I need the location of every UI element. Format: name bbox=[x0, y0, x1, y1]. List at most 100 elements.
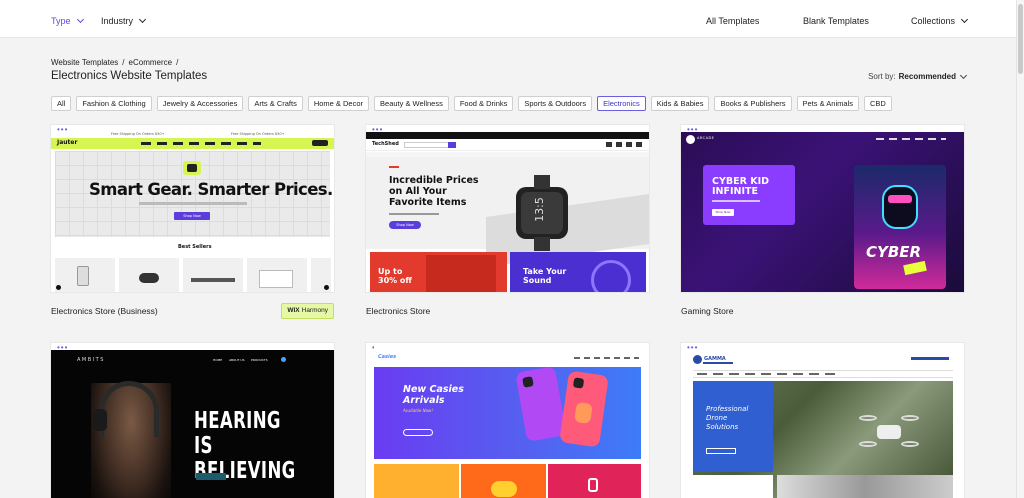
preview-watch-image: 13:5 bbox=[516, 187, 568, 239]
preview-headline: Professional Drone Solutions bbox=[706, 405, 748, 432]
preview-logo: ARCADE bbox=[697, 136, 715, 140]
template-card-gaming-store[interactable]: ••• ARCADE CYBER KID INFINITE Shop Now C… bbox=[681, 125, 964, 316]
preview-logo: TechShed bbox=[372, 141, 399, 147]
preview-headline-line: Professional bbox=[706, 405, 749, 413]
preview-cart-icon bbox=[312, 140, 328, 146]
preview-nav-item: HOME bbox=[213, 358, 223, 362]
collections-dropdown[interactable]: Collections bbox=[911, 15, 969, 26]
preview-promo-text: Take Your Sound bbox=[523, 267, 566, 285]
chip-jewelry-accessories[interactable]: Jewelry & Accessories bbox=[156, 96, 244, 111]
breadcrumb: Website Templates / eCommerce / bbox=[51, 58, 178, 67]
template-preview[interactable]: ••• AMBITS HOME ABOUT US PRODUCTS HEARIN… bbox=[51, 343, 334, 498]
industry-dropdown[interactable]: Industry bbox=[101, 15, 147, 26]
preview-banner: Free Shipping On Orders $50+ bbox=[111, 132, 165, 136]
preview-headline: New Casies Arrivals bbox=[403, 384, 464, 406]
sort-dropdown[interactable]: Sort by: Recommended bbox=[868, 71, 968, 81]
template-title[interactable]: Electronics Store (Business) bbox=[51, 306, 158, 316]
preview-camera-icon bbox=[183, 161, 201, 175]
sort-label: Sort by: bbox=[868, 72, 896, 81]
preview-headline-line: Arrivals bbox=[403, 395, 445, 406]
template-preview[interactable]: ••• Casies New Casies Arrivals Available… bbox=[366, 343, 649, 498]
preview-banner: Free Shipping On Orders $50+ bbox=[231, 132, 285, 136]
preview-cta: Shop Now bbox=[174, 212, 210, 220]
preview-subtext bbox=[139, 202, 247, 205]
page-title: Electronics Website Templates bbox=[51, 70, 208, 82]
preview-cta: Shop Now bbox=[712, 209, 734, 216]
preview-promo-line: Up to bbox=[378, 267, 403, 276]
preview-subtitle: Available Now! bbox=[403, 408, 433, 413]
breadcrumb-website-templates[interactable]: Website Templates bbox=[51, 58, 118, 67]
blank-templates-label: Blank Templates bbox=[803, 16, 869, 26]
preview-headline-line: Drone bbox=[706, 414, 728, 422]
preview-headline-line: INFINITE bbox=[712, 186, 758, 197]
template-preview[interactable]: ••• Free Shipping On Orders $50+ Free Sh… bbox=[51, 125, 334, 292]
chip-fashion-clothing[interactable]: Fashion & Clothing bbox=[76, 96, 152, 111]
preview-watch-face: 13:5 bbox=[532, 197, 546, 222]
template-card-gamma[interactable]: ••• GAMMA Professional Drone Solutions bbox=[681, 343, 964, 498]
chip-sports-outdoors[interactable]: Sports & Outdoors bbox=[518, 96, 593, 111]
blank-templates-link[interactable]: Blank Templates bbox=[803, 16, 869, 26]
preview-headline-line: BELIEVING bbox=[194, 458, 296, 484]
all-templates-label: All Templates bbox=[706, 16, 760, 26]
preview-headline-line: Incredible Prices bbox=[389, 175, 479, 186]
preview-cta: Shop Now bbox=[389, 221, 421, 229]
preview-promo-line: Sound bbox=[523, 276, 552, 285]
preview-headline-line: New Casies bbox=[403, 384, 464, 395]
type-label: Type bbox=[51, 16, 71, 26]
chip-pets-animals[interactable]: Pets & Animals bbox=[796, 96, 859, 111]
breadcrumb-separator: / bbox=[122, 58, 125, 67]
preview-headline-line: on All Your bbox=[389, 186, 447, 197]
chip-all[interactable]: All bbox=[51, 96, 72, 111]
chevron-down-icon bbox=[960, 15, 969, 24]
breadcrumb-separator: / bbox=[176, 58, 179, 67]
preview-headline-line: Solutions bbox=[706, 423, 739, 431]
preview-promo-text: Up to 30% off bbox=[378, 267, 412, 285]
wix-harmony-badge: WIX Harmony bbox=[281, 303, 334, 319]
chevron-down-icon bbox=[138, 15, 147, 24]
window-dots-icon: ••• bbox=[687, 343, 699, 352]
preview-section-title: Best Sellers bbox=[178, 244, 212, 250]
chip-books-publishers[interactable]: Books & Publishers bbox=[714, 96, 792, 111]
sort-value: Recommended bbox=[898, 72, 956, 81]
chip-home-decor[interactable]: Home & Decor bbox=[307, 96, 370, 111]
template-preview[interactable]: ••• TechShed 13:5 Incredible Prices on A… bbox=[366, 125, 649, 292]
template-title[interactable]: Gaming Store bbox=[681, 306, 733, 316]
type-dropdown[interactable]: Type bbox=[51, 15, 84, 26]
chip-food-drinks[interactable]: Food & Drinks bbox=[453, 96, 514, 111]
template-card-casies[interactable]: ••• Casies New Casies Arrivals Available… bbox=[366, 343, 649, 498]
chip-beauty-wellness[interactable]: Beauty & Wellness bbox=[374, 96, 449, 111]
category-filter-chips: All Fashion & Clothing Jewelry & Accesso… bbox=[51, 96, 892, 111]
top-navigation: Type Industry All Templates Blank Templa… bbox=[0, 0, 1016, 38]
industry-label: Industry bbox=[101, 16, 134, 26]
preview-headline: Incredible Prices on All Your Favorite I… bbox=[389, 175, 479, 208]
preview-logo-icon bbox=[686, 135, 695, 144]
preview-nav bbox=[141, 142, 261, 145]
template-preview[interactable]: ••• GAMMA Professional Drone Solutions bbox=[681, 343, 964, 498]
preview-headline-line: HEARING IS bbox=[194, 408, 281, 459]
template-card-ambits[interactable]: ••• AMBITS HOME ABOUT US PRODUCTS HEARIN… bbox=[51, 343, 334, 498]
page-scrollbar[interactable] bbox=[1016, 0, 1024, 498]
preview-logo-icon bbox=[693, 355, 702, 364]
chip-electronics[interactable]: Electronics bbox=[597, 96, 646, 111]
chevron-down-icon bbox=[76, 15, 84, 24]
template-card-electronics-store-business[interactable]: ••• Free Shipping On Orders $50+ Free Sh… bbox=[51, 125, 334, 319]
preview-art-title: CYBER bbox=[866, 243, 922, 261]
chip-cbd[interactable]: CBD bbox=[863, 96, 892, 111]
template-card-electronics-store[interactable]: ••• TechShed 13:5 Incredible Prices on A… bbox=[366, 125, 649, 316]
template-preview[interactable]: ••• ARCADE CYBER KID INFINITE Shop Now C… bbox=[681, 125, 964, 292]
scrollbar-thumb[interactable] bbox=[1018, 4, 1023, 74]
badge-text: Harmony bbox=[301, 307, 328, 314]
preview-logo: AMBITS bbox=[77, 357, 105, 363]
template-title[interactable]: Electronics Store bbox=[366, 306, 430, 316]
preview-nav-item: PRODUCTS bbox=[251, 358, 268, 362]
preview-logo: Casies bbox=[378, 354, 397, 360]
preview-headline-line: Favorite Items bbox=[389, 197, 467, 208]
chip-kids-babies[interactable]: Kids & Babies bbox=[650, 96, 710, 111]
preview-headline: Smart Gear. Smarter Prices. bbox=[89, 180, 333, 199]
all-templates-link[interactable]: All Templates bbox=[706, 16, 759, 26]
breadcrumb-ecommerce[interactable]: eCommerce bbox=[129, 58, 173, 67]
chip-arts-crafts[interactable]: Arts & Crafts bbox=[248, 96, 303, 111]
preview-logo: Jauter bbox=[57, 139, 78, 146]
badge-brand: WIX bbox=[287, 307, 300, 314]
preview-headline: CYBER KID INFINITE bbox=[712, 177, 769, 197]
